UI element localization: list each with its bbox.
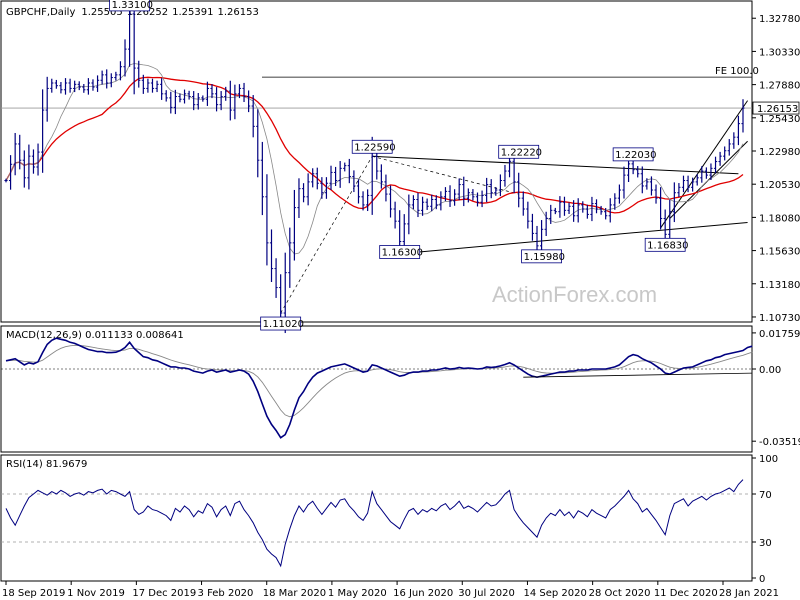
x-tick-label: 17 Dec 2019 bbox=[132, 588, 196, 599]
gbpchf-daily-chart: GBPCHF,Daily 1.25505 1.26252 1.25391 1.26153… bbox=[0, 0, 800, 599]
watermark: ActionForex.com bbox=[492, 282, 657, 307]
rsi-y-tick-label: 100 bbox=[759, 454, 778, 465]
rsi-y-tick-label: 70 bbox=[759, 490, 772, 501]
x-tick-label: 14 Sep 2020 bbox=[523, 588, 586, 599]
price-annotation-label: 1.16300 bbox=[382, 248, 423, 259]
current-price-label: 1.26153 bbox=[757, 104, 798, 115]
price-annotation: 1.22590 bbox=[351, 139, 396, 154]
price-annotation-label: 1.11020 bbox=[263, 319, 304, 330]
macd-y-tick-label: -0.035194 bbox=[759, 437, 800, 448]
macd-y-tick-label: 0.017599 bbox=[759, 329, 800, 340]
price-annotation: 1.11020 bbox=[260, 316, 304, 331]
symbol-label: GBPCHF,Daily bbox=[6, 7, 75, 18]
price-annotation-label: 1.16830 bbox=[647, 240, 688, 251]
x-tick-label: 28 Oct 2020 bbox=[589, 588, 651, 599]
price-y-tick-label: 1.13180 bbox=[759, 280, 800, 291]
price-annotation: 1.16300 bbox=[379, 245, 423, 259]
price-annotation-label: 1.22590 bbox=[354, 142, 395, 153]
fe-100-label: FE 100.0 bbox=[715, 66, 759, 77]
price-y-tick-label: 1.27880 bbox=[759, 81, 800, 92]
price-annotation: 1.33100 bbox=[109, 0, 153, 12]
macd-panel-frame bbox=[0, 325, 753, 453]
x-tick-label: 16 Jun 2020 bbox=[393, 588, 453, 599]
price-y-tick-label: 1.18080 bbox=[759, 213, 800, 224]
x-tick-label: 18 Mar 2020 bbox=[263, 588, 326, 599]
x-tick-label: 1 Nov 2019 bbox=[67, 588, 125, 599]
price-annotation: 1.16830 bbox=[644, 237, 689, 252]
price-y-tick-label: 1.22980 bbox=[759, 147, 800, 158]
macd-header: MACD(12,26,9) 0.011133 0.008641 bbox=[6, 330, 184, 341]
rsi-panel-frame bbox=[0, 454, 753, 582]
price-annotation: 1.15980 bbox=[521, 249, 565, 264]
price-y-tick-label: 1.15630 bbox=[759, 247, 800, 258]
price-y-tick-label: 1.25430 bbox=[759, 114, 800, 125]
x-tick-label: 11 Dec 2020 bbox=[654, 588, 718, 599]
rsi-header: RSI(14) 81.9679 bbox=[6, 459, 87, 470]
price-y-tick-label: 1.30330 bbox=[759, 47, 800, 58]
ohlc-low: 1.25391 bbox=[172, 7, 213, 18]
x-tick-label: 1 May 2020 bbox=[328, 588, 387, 599]
price-annotation: 1.22030 bbox=[612, 147, 656, 162]
macd-y-tick-label: 0.00 bbox=[759, 365, 781, 376]
rsi-y-tick-label: 0 bbox=[759, 574, 765, 585]
price-annotation-label: 1.22030 bbox=[615, 150, 656, 161]
x-tick-label: 18 Sep 2019 bbox=[2, 588, 65, 599]
price-annotation-label: 1.33100 bbox=[112, 0, 153, 11]
price-y-tick-label: 1.32780 bbox=[759, 14, 800, 25]
x-tick-label: 30 Jul 2020 bbox=[458, 588, 515, 599]
ohlc-close: 1.26153 bbox=[217, 7, 258, 18]
price-annotation-label: 1.15980 bbox=[524, 252, 565, 263]
price-y-tick-label: 1.20530 bbox=[759, 180, 800, 191]
price-annotation: 1.22220 bbox=[498, 144, 542, 159]
price-y-tick-label: 1.10730 bbox=[759, 313, 800, 324]
x-tick-label: 28 Jan 2021 bbox=[719, 588, 779, 599]
price-annotation-label: 1.22220 bbox=[501, 147, 542, 158]
x-tick-label: 3 Feb 2020 bbox=[198, 588, 254, 599]
rsi-y-tick-label: 30 bbox=[759, 538, 772, 549]
